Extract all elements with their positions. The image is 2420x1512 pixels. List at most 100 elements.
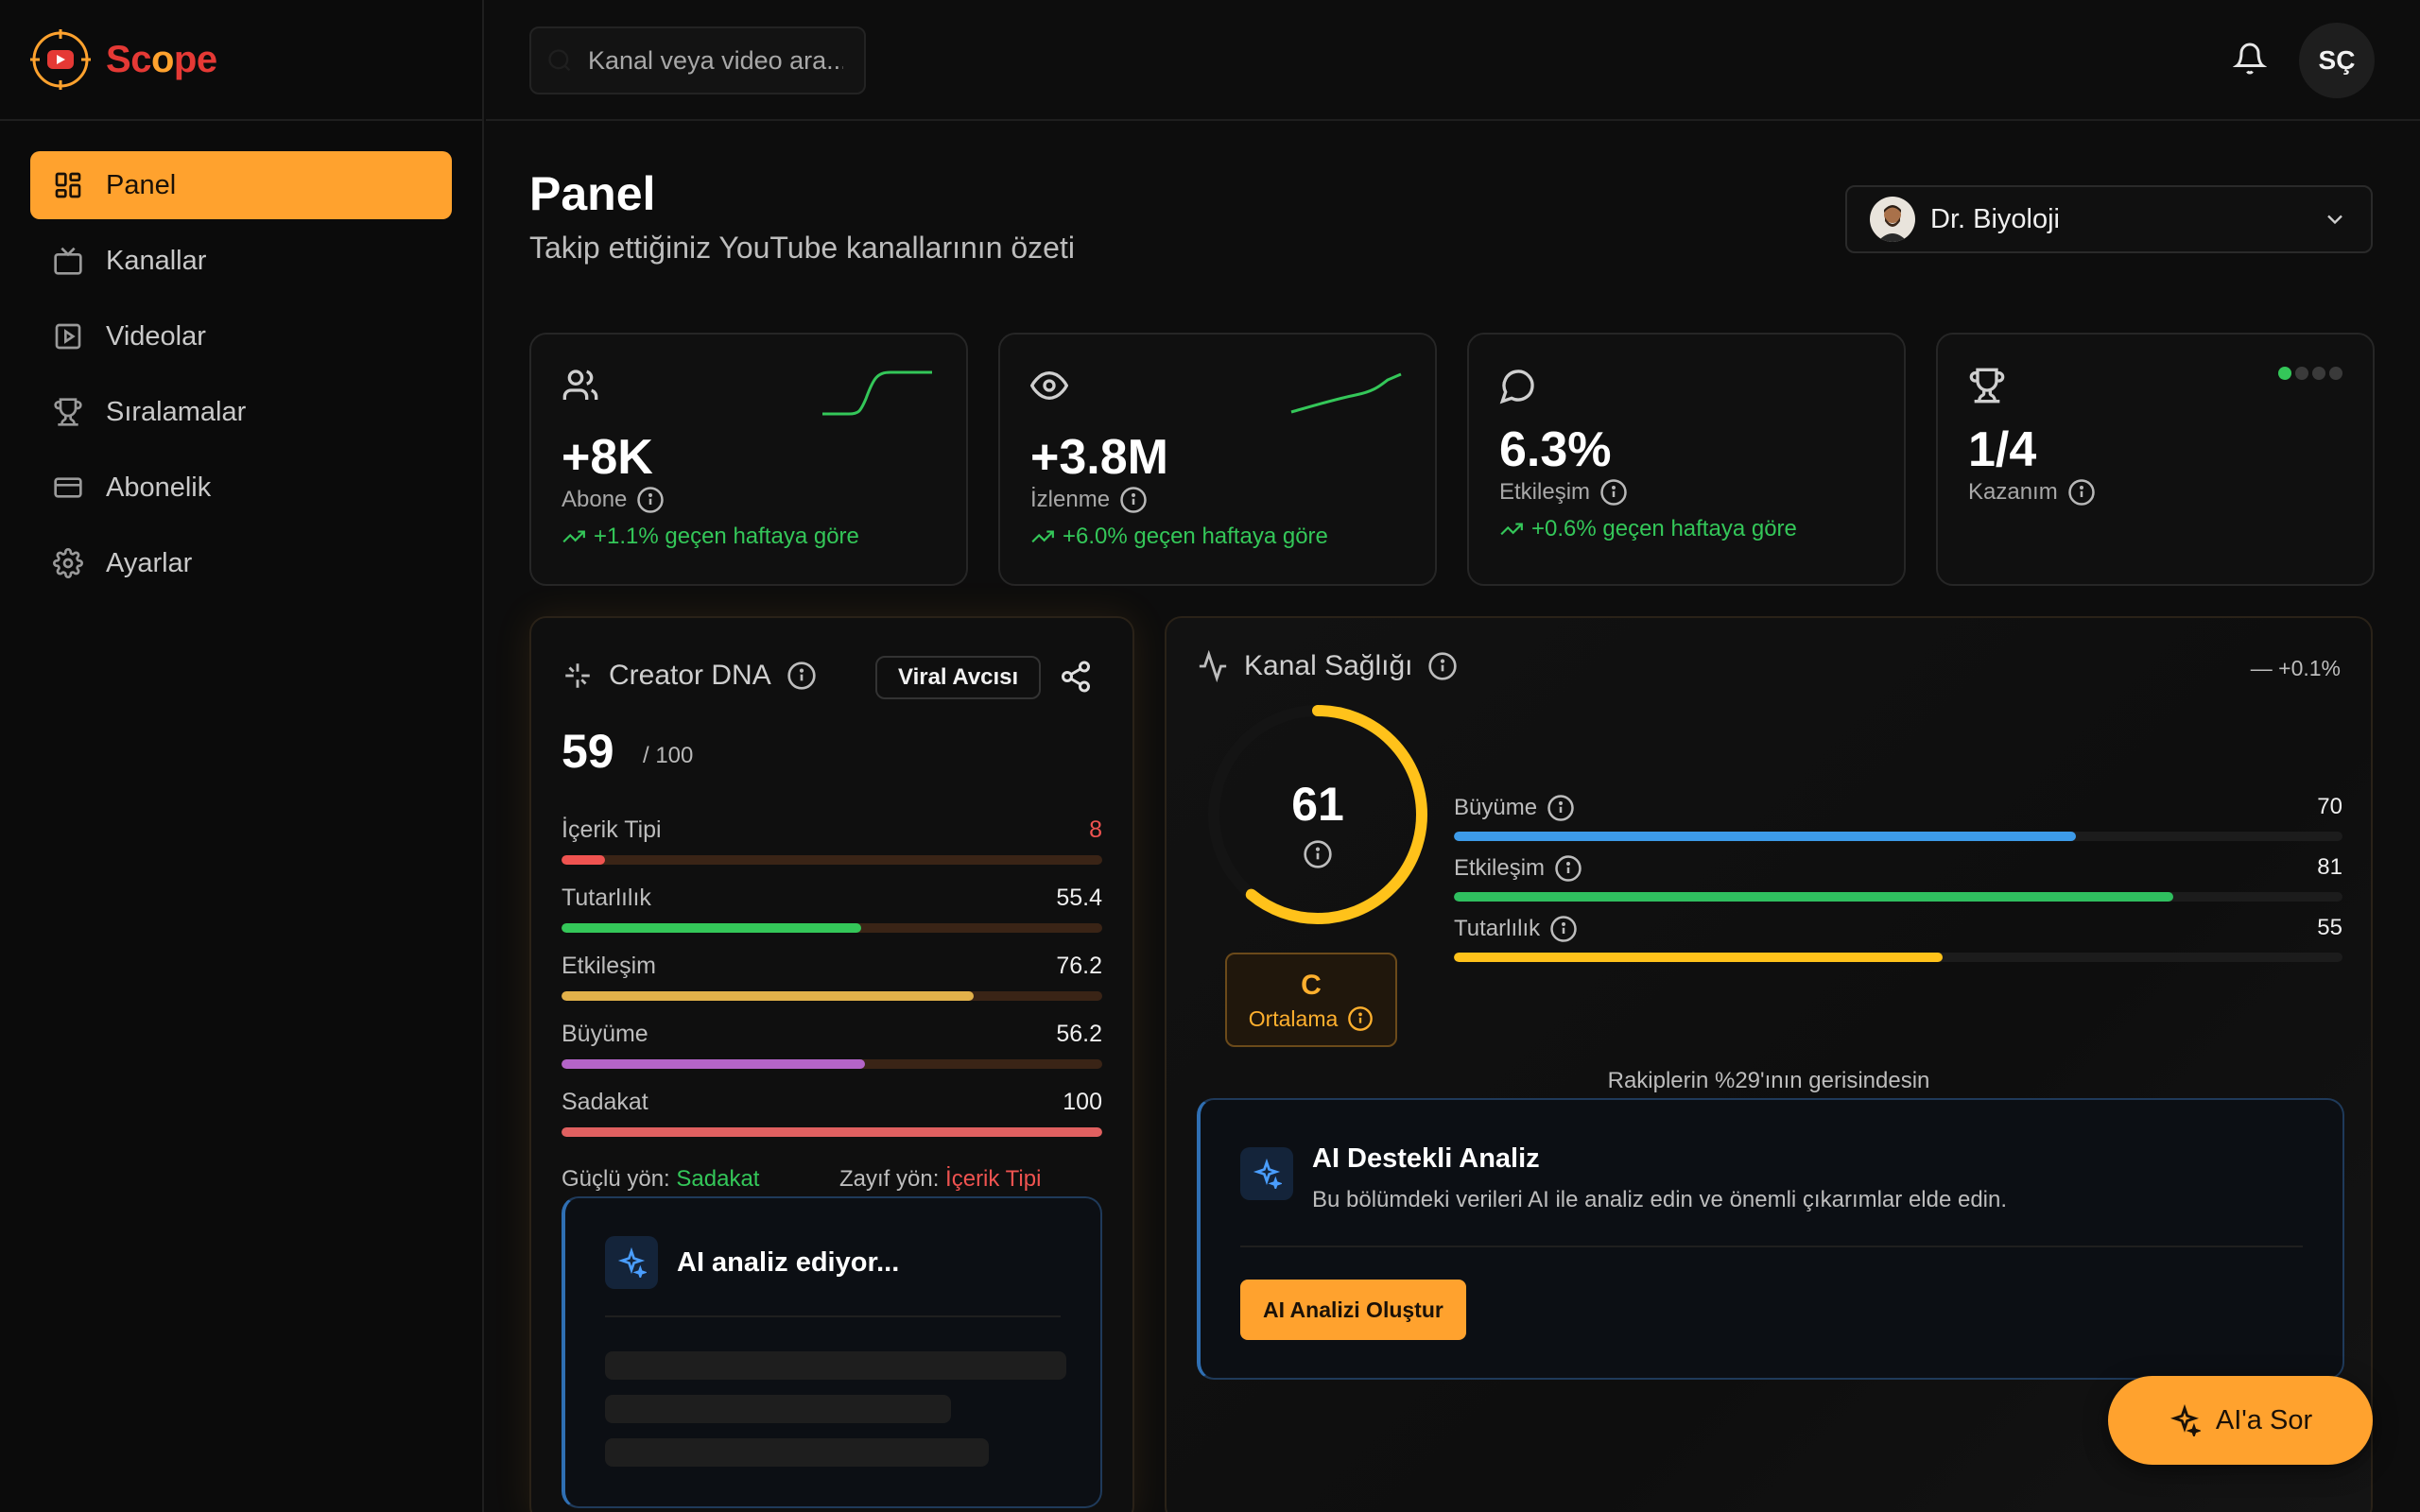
metric-value: 55 <box>2317 915 2342 940</box>
stat-label: İzlenme <box>1030 486 1148 514</box>
dna-metric: Sadakat 100 <box>562 1089 1102 1137</box>
strong-value: Sadakat <box>676 1166 760 1192</box>
strong-point: Güçlü yön: Sadakat <box>562 1166 759 1193</box>
ai-icon-box <box>605 1236 658 1289</box>
skeleton-line <box>605 1351 1066 1380</box>
stat-label-text: İzlenme <box>1030 487 1111 512</box>
info-icon[interactable] <box>1547 794 1575 822</box>
ai-analysis-loading: AI analiz ediyor... <box>562 1196 1102 1508</box>
info-icon[interactable] <box>2067 478 2096 507</box>
info-icon[interactable] <box>1554 854 1582 883</box>
sparkline-chart <box>822 370 932 416</box>
info-icon[interactable] <box>1119 486 1148 514</box>
search-icon <box>548 49 571 72</box>
search-input[interactable] <box>588 45 843 76</box>
metric-label: Büyüme <box>562 1021 648 1047</box>
trending-up-icon <box>562 530 585 543</box>
card-title: Creator DNA <box>609 660 771 691</box>
skeleton-line <box>605 1395 951 1423</box>
chat-bubble-icon <box>1499 369 1534 404</box>
divider <box>1240 1246 2303 1247</box>
sidebar-item-abonelik[interactable]: Abonelik <box>30 454 452 522</box>
eye-icon <box>1030 370 1068 401</box>
dashboard-icon <box>55 172 81 198</box>
metric-label: Etkileşim <box>1454 855 1546 881</box>
ai-analysis-panel: AI Destekli Analiz Bu bölümdeki verileri… <box>1197 1098 2344 1380</box>
dna-score: 59 <box>562 725 614 778</box>
stat-card-abone: +8K Abone +1.1% geçen haftaya göre <box>529 333 968 586</box>
stat-card-izlenme: +3.8M İzlenme +6.0% geçen haftaya göre <box>998 333 1437 586</box>
metric-bar <box>562 1059 866 1069</box>
creator-dna-card: Creator DNA Viral Avcısı 59 / 100 İçerik… <box>529 616 1134 1512</box>
grade-label: Ortalama <box>1227 1005 1395 1032</box>
metric-value: 8 <box>1089 816 1102 843</box>
metric-label: Tutarlılık <box>1454 916 1541 941</box>
sidebar-item-siralamalar[interactable]: Sıralamalar <box>30 378 452 446</box>
page-subtitle: Takip ettiğiniz YouTube kanallarının öze… <box>529 231 1075 265</box>
stat-change-text: +6.0% geçen haftaya göre <box>1063 524 1328 549</box>
grade-badge: C Ortalama <box>1225 953 1397 1047</box>
weak-value: İçerik Tipi <box>945 1166 1042 1192</box>
sidebar-item-kanallar[interactable]: Kanallar <box>30 227 452 295</box>
stat-card-kazanim: 1/4 Kazanım <box>1936 333 2375 586</box>
stat-label-text: Abone <box>562 487 628 512</box>
health-metric: Tutarlılık 55 <box>1454 915 2342 962</box>
metric-value: 76.2 <box>1056 953 1102 979</box>
users-icon <box>562 369 598 400</box>
health-metric: Büyüme 70 <box>1454 794 2342 841</box>
dna-sparkle-icon <box>565 663 590 688</box>
dna-metric: Büyüme 56.2 <box>562 1021 1102 1069</box>
metric-value: 100 <box>1063 1089 1102 1115</box>
info-icon[interactable] <box>1427 651 1458 681</box>
ask-ai-button[interactable]: AI'a Sor <box>2108 1376 2373 1465</box>
info-icon[interactable] <box>1549 915 1578 943</box>
info-icon[interactable] <box>1599 478 1628 507</box>
info-icon[interactable] <box>1303 839 1333 869</box>
progress-dot <box>2329 367 2342 380</box>
stat-change: +6.0% geçen haftaya göre <box>1030 524 1328 550</box>
progress-dot <box>2278 367 2291 380</box>
sidebar-item-label: Kanallar <box>106 245 207 276</box>
stat-change-text: +1.1% geçen haftaya göre <box>594 524 859 549</box>
metric-label: Büyüme <box>1454 795 1538 820</box>
strong-label: Güçlü yön: <box>562 1166 670 1192</box>
generate-ai-analysis-button[interactable]: AI Analizi Oluştur <box>1240 1280 1466 1340</box>
bell-icon[interactable] <box>2233 42 2267 76</box>
stat-change-text: +0.6% geçen haftaya göre <box>1531 516 1797 541</box>
stat-label-text: Etkileşim <box>1499 479 1591 505</box>
stat-card-etkilesim: 6.3% Etkileşim +0.6% geçen haftaya göre <box>1467 333 1906 586</box>
info-icon[interactable] <box>1347 1005 1374 1032</box>
logo[interactable]: Scope <box>0 0 482 121</box>
stat-value: +3.8M <box>1030 430 1168 485</box>
search-box[interactable] <box>529 26 866 94</box>
info-icon[interactable] <box>786 661 817 691</box>
sidebar-item-label: Panel <box>106 169 177 200</box>
sidebar-item-videolar[interactable]: Videolar <box>30 302 452 370</box>
channel-selector[interactable]: Dr. Biyoloji <box>1845 185 2373 253</box>
sidebar-item-panel[interactable]: Panel <box>30 151 452 219</box>
ask-ai-label: AI'a Sor <box>2215 1404 2313 1435</box>
card-title: Kanal Sağlığı <box>1244 650 1413 681</box>
activity-icon <box>1199 650 1227 682</box>
trophy-icon <box>1969 368 2005 404</box>
page-title: Panel <box>529 167 656 220</box>
metric-bar <box>1454 953 1943 962</box>
sidebar: Scope Panel Kanallar Videolar Sıralamala… <box>0 0 484 1512</box>
sidebar-item-ayarlar[interactable]: Ayarlar <box>30 529 452 597</box>
metric-bar <box>562 855 605 865</box>
info-icon[interactable] <box>636 486 665 514</box>
stat-change: +0.6% geçen haftaya göre <box>1499 516 1797 542</box>
sparkles-icon <box>1253 1159 1282 1189</box>
progress-dots <box>2278 367 2342 380</box>
share-icon[interactable] <box>1059 660 1093 694</box>
logo-text: Scope <box>106 38 217 80</box>
channel-avatar <box>1870 197 1915 242</box>
grade-letter: C <box>1301 970 1322 1001</box>
metric-bar <box>562 1127 1102 1137</box>
user-avatar[interactable]: SÇ <box>2299 23 2375 98</box>
metric-value: 56.2 <box>1056 1021 1102 1047</box>
weak-point: Zayıf yön: İçerik Tipi <box>839 1166 1041 1193</box>
card-header: Creator DNA <box>562 660 817 692</box>
ai-loading-title: AI analiz ediyor... <box>677 1247 900 1278</box>
dna-metric: İçerik Tipi 8 <box>562 816 1102 865</box>
